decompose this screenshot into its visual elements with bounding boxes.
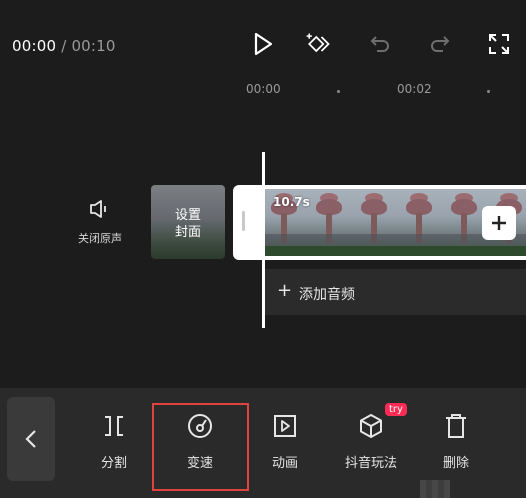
fullscreen-button[interactable] bbox=[485, 30, 513, 58]
add-clip-button[interactable] bbox=[482, 206, 516, 240]
mute-label: 关闭原声 bbox=[78, 232, 122, 245]
ruler-tick: 00:02 bbox=[397, 82, 432, 96]
add-audio-button[interactable]: + 添加音频 bbox=[265, 269, 526, 315]
delete-label: 删除 bbox=[442, 456, 469, 471]
clip-frame bbox=[353, 189, 398, 256]
clip-frame bbox=[308, 189, 353, 256]
timeline-area[interactable]: 00:00 00:02 关闭原声 设置 封面 10.7s + 添加音频 bbox=[0, 78, 526, 388]
selected-tool-highlight bbox=[152, 403, 249, 491]
time-ruler: 00:00 00:02 bbox=[0, 82, 526, 102]
playhead[interactable] bbox=[262, 152, 265, 328]
current-time: 00:00 bbox=[12, 37, 57, 55]
mute-original-audio-button[interactable]: 关闭原声 bbox=[70, 198, 130, 246]
fullscreen-icon bbox=[489, 34, 509, 54]
chevron-left-icon bbox=[25, 430, 36, 448]
add-audio-label: 添加音频 bbox=[299, 287, 355, 303]
ruler-dot bbox=[337, 90, 340, 93]
split-button[interactable]: 分割 bbox=[74, 410, 154, 471]
time-separator: / bbox=[61, 37, 67, 55]
clip-frame bbox=[398, 189, 443, 256]
animation-icon bbox=[274, 415, 296, 437]
undo-button[interactable] bbox=[366, 30, 394, 58]
keyframe-button[interactable] bbox=[304, 30, 332, 58]
keyframe-add-icon bbox=[306, 33, 330, 53]
time-display: 00:00 / 00:10 bbox=[12, 37, 116, 55]
trash-icon bbox=[446, 414, 466, 438]
total-duration: 00:10 bbox=[71, 37, 116, 55]
try-badge: try bbox=[385, 403, 407, 416]
play-icon bbox=[254, 32, 273, 56]
cover-label-line1: 设置 bbox=[174, 208, 201, 223]
undo-icon bbox=[370, 36, 389, 52]
add-audio-plus-icon: + bbox=[277, 280, 293, 301]
top-bar: 00:00 / 00:10 bbox=[0, 0, 526, 78]
clip-duration-badge: 10.7s bbox=[273, 195, 310, 209]
watermark bbox=[420, 480, 450, 498]
clip-trim-handle[interactable] bbox=[242, 211, 245, 231]
ruler-tick: 00:00 bbox=[246, 82, 281, 96]
speaker-icon bbox=[90, 200, 106, 218]
set-cover-button[interactable]: 设置 封面 bbox=[151, 185, 225, 259]
animation-label: 动画 bbox=[271, 456, 298, 471]
cube-icon bbox=[360, 414, 382, 438]
back-button[interactable] bbox=[7, 397, 55, 481]
split-label: 分割 bbox=[100, 456, 127, 471]
cover-label: 设置 封面 bbox=[151, 207, 225, 241]
cover-label-line2: 封面 bbox=[174, 225, 201, 240]
ruler-dot bbox=[487, 90, 490, 93]
douyin-effects-label: 抖音玩法 bbox=[344, 456, 397, 471]
redo-icon bbox=[431, 36, 450, 52]
video-clip[interactable]: 10.7s bbox=[233, 185, 526, 260]
redo-button[interactable] bbox=[426, 30, 454, 58]
delete-button[interactable]: 删除 bbox=[416, 410, 496, 471]
play-button[interactable] bbox=[249, 30, 277, 58]
douyin-effects-button[interactable]: 抖音玩法 bbox=[331, 410, 411, 471]
plus-icon bbox=[492, 216, 506, 230]
animation-button[interactable]: 动画 bbox=[245, 410, 325, 471]
split-icon bbox=[105, 416, 123, 436]
